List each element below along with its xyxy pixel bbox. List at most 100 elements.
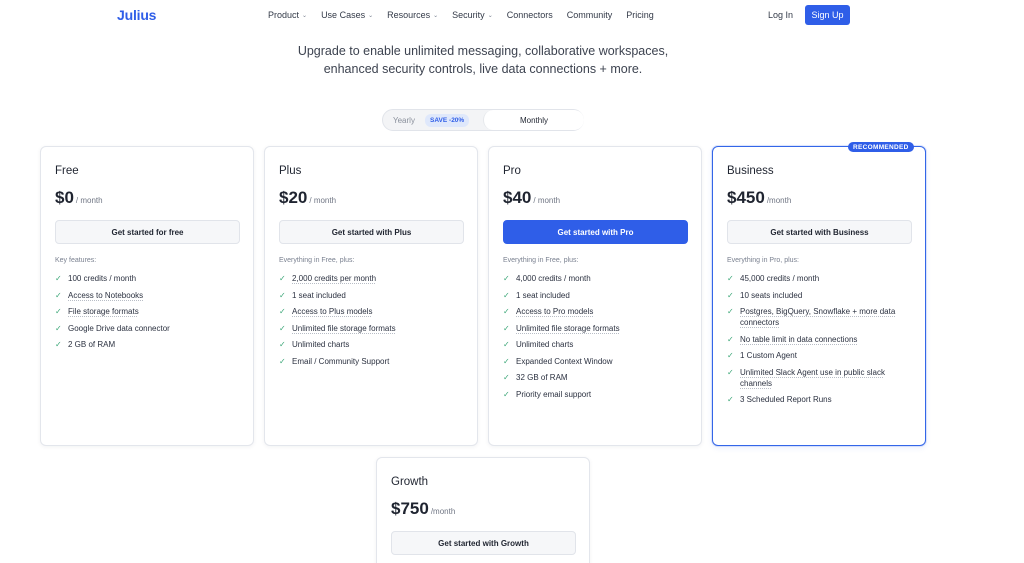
feature-text[interactable]: Postgres, BigQuery, Snowflake + more dat… xyxy=(740,306,913,328)
plan-name: Free xyxy=(55,165,79,177)
feature-item: ✓ Postgres, BigQuery, Snowflake + more da… xyxy=(727,306,913,328)
check-icon: ✓ xyxy=(503,274,510,283)
feature-item: ✓ File storage formats xyxy=(55,306,241,317)
feature-text[interactable]: Unlimited Slack Agent use in public slac… xyxy=(740,367,913,389)
feature-text[interactable]: Access to Notebooks xyxy=(68,290,143,301)
feature-text: 1 seat included xyxy=(292,290,346,300)
feature-text: 1 Custom Agent xyxy=(740,351,797,360)
feature-text: Unlimited charts xyxy=(516,340,574,349)
check-icon: ✓ xyxy=(727,290,734,300)
nav-item-security[interactable]: Security ⌄ xyxy=(452,10,493,20)
price-period: / month xyxy=(309,196,337,205)
feature-text: Email / Community Support xyxy=(292,356,390,366)
recommended-badge: RECOMMENDED xyxy=(848,142,914,152)
price-period: / month xyxy=(75,196,103,205)
features-heading: Key features: xyxy=(55,257,97,264)
feature-list: ✓ 4,000 credits / month ✓ 1 seat included ✓ A… xyxy=(503,273,689,405)
feature-text: Unlimited charts xyxy=(292,340,350,349)
toggle-yearly[interactable]: Yearly xyxy=(393,116,415,125)
subtitle-line-1: Upgrade to enable unlimited messaging, c… xyxy=(297,44,669,58)
feature-item: ✓ 100 credits / month xyxy=(55,273,241,284)
check-icon: ✓ xyxy=(279,290,286,300)
nav-item-community[interactable]: Community xyxy=(567,10,613,20)
feature-item: ✓ No table limit in data connections xyxy=(727,334,913,345)
feature-list: ✓ 45,000 credits / month ✓ 10 seats include… xyxy=(727,273,913,411)
price-amount: $0 xyxy=(55,188,74,207)
features-heading: Everything in Free, plus: xyxy=(503,257,579,264)
plan-price: $450/month xyxy=(727,188,791,208)
get-started-free-button[interactable]: Get started for free xyxy=(55,220,240,244)
main-menu: Product ⌄ Use Cases ⌄ Resources ⌄ Security ⌄ Con… xyxy=(268,10,668,20)
feature-list: ✓ 100 credits / month ✓ Access to Notebooks… xyxy=(55,273,241,356)
check-icon: ✓ xyxy=(727,367,734,377)
nav-item-label: Resources xyxy=(387,10,431,20)
feature-item: ✓ Access to Pro models xyxy=(503,306,689,317)
features-heading: Everything in Pro, plus: xyxy=(727,257,799,264)
check-icon: ✓ xyxy=(727,351,734,360)
feature-item: ✓ 3 Scheduled Report Runs xyxy=(727,394,913,405)
feature-item: ✓ 4,000 credits / month xyxy=(503,273,689,284)
nav-item-label: Community xyxy=(566,10,613,20)
nav-item-label: Use Cases xyxy=(321,10,366,20)
get-started-business-button[interactable]: Get started with Business xyxy=(727,220,912,244)
chevron-down-icon: ⌄ xyxy=(433,12,439,19)
price-period: /month xyxy=(766,196,792,205)
check-icon: ✓ xyxy=(55,274,62,283)
login-link[interactable]: Log In xyxy=(768,10,793,20)
plan-price: $40/ month xyxy=(503,188,560,208)
nav-item-resources[interactable]: Resources ⌄ xyxy=(387,10,438,20)
chevron-down-icon: ⌄ xyxy=(487,12,493,19)
price-amount: $20 xyxy=(279,188,308,207)
feature-text[interactable]: File storage formats xyxy=(68,306,139,317)
get-started-pro-button[interactable]: Get started with Pro xyxy=(503,220,688,244)
nav-item-product[interactable]: Product ⌄ xyxy=(268,10,307,20)
feature-item: ✓ 2 GB of RAM xyxy=(55,339,241,350)
check-icon: ✓ xyxy=(503,373,510,382)
feature-item: ✓ Access to Notebooks xyxy=(55,290,241,301)
subtitle-line-2: enhanced security controls, live data co… xyxy=(323,62,643,76)
check-icon: ✓ xyxy=(727,334,734,344)
feature-text: 10 seats included xyxy=(740,290,803,300)
feature-item: ✓ Unlimited file storage formats xyxy=(503,323,689,334)
pricing-subtitle: Upgrade to enable unlimited messaging, c… xyxy=(0,42,966,78)
nav-item-connectors[interactable]: Connectors xyxy=(507,10,553,20)
feature-text: 45,000 credits / month xyxy=(740,274,820,283)
feature-text: 4,000 credits / month xyxy=(516,274,591,283)
check-icon: ✓ xyxy=(503,307,510,316)
plan-card-business: Business $450/month Get started with Busin… xyxy=(712,146,926,446)
get-started-growth-button[interactable]: Get started with Growth xyxy=(391,531,576,555)
feature-text[interactable]: No table limit in data connections xyxy=(740,334,857,345)
feature-text[interactable]: Unlimited file storage formats xyxy=(516,323,620,334)
nav-item-use-cases[interactable]: Use Cases ⌄ xyxy=(321,10,373,20)
plan-price: $20/ month xyxy=(279,188,336,208)
check-icon: ✓ xyxy=(503,290,510,300)
feature-item: ✓ 32 GB of RAM xyxy=(503,372,689,383)
check-icon: ✓ xyxy=(279,274,286,283)
check-icon: ✓ xyxy=(55,340,62,349)
feature-text[interactable]: 2,000 credits per month xyxy=(292,273,376,284)
get-started-plus-button[interactable]: Get started with Plus xyxy=(279,220,464,244)
feature-text[interactable]: Access to Pro models xyxy=(516,306,593,317)
plan-card-growth: Growth $750/month Get started with Growth xyxy=(376,457,590,563)
plan-name: Business xyxy=(727,165,774,177)
toggle-monthly[interactable]: Monthly xyxy=(483,110,584,130)
nav-item-label: Security xyxy=(452,10,485,20)
billing-toggle[interactable]: Yearly SAVE -20% Monthly xyxy=(382,109,584,131)
signup-button[interactable]: Sign Up xyxy=(805,5,850,25)
logo[interactable]: Julius xyxy=(117,7,156,23)
feature-text[interactable]: Access to Plus models xyxy=(292,306,372,317)
price-period: /month xyxy=(430,507,456,516)
feature-text: 1 seat included xyxy=(516,290,570,300)
feature-item: ✓ 45,000 credits / month xyxy=(727,273,913,284)
check-icon: ✓ xyxy=(279,340,286,349)
feature-item: ✓ Unlimited Slack Agent use in public sla… xyxy=(727,367,913,389)
plan-price: $750/month xyxy=(391,499,455,519)
feature-text: 100 credits / month xyxy=(68,274,137,283)
plan-price: $0/ month xyxy=(55,188,103,208)
plan-name: Growth xyxy=(391,476,429,488)
check-icon: ✓ xyxy=(503,323,510,333)
feature-text[interactable]: Unlimited file storage formats xyxy=(292,323,396,334)
nav-item-pricing[interactable]: Pricing xyxy=(626,10,654,20)
check-icon: ✓ xyxy=(279,356,286,366)
nav-item-label: Connectors xyxy=(506,10,553,20)
